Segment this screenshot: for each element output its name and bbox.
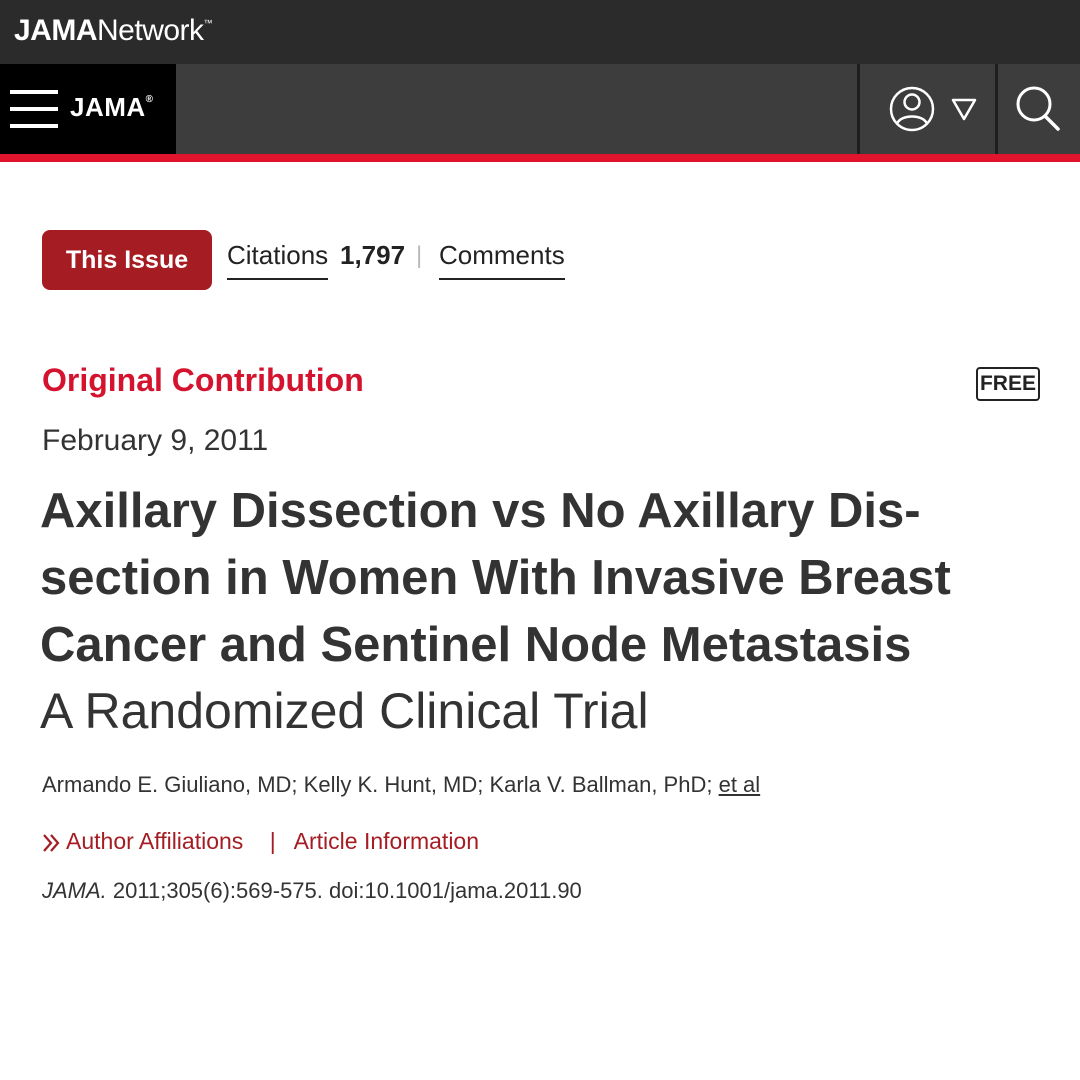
links-separator: | [269,828,276,854]
citation-reference: JAMA. 2011;305(6):569-575. doi:10.1001/j… [42,878,582,904]
article-type[interactable]: Original Contribution [42,362,364,399]
article-subtitle: A Randomized Clinical Trial [40,683,649,739]
user-icon [889,86,935,132]
author-affiliations-link[interactable]: Author Affiliations [42,828,250,854]
et-al-link[interactable]: et al [719,772,761,797]
toolbar-separator: | [416,242,423,269]
author-names: Armando E. Giuliano, MD; Kelly K. Hunt, … [42,772,719,797]
free-badge: FREE [976,367,1040,401]
citations-link[interactable]: Citations [227,240,329,280]
search-button[interactable] [998,64,1080,154]
jama-logo[interactable]: JAMA® [70,92,154,123]
network-bar: JAMANetwork™ [0,0,1080,64]
article-information-link[interactable]: Article Information [294,828,479,854]
registered-mark: ® [145,94,154,106]
search-icon [1016,86,1060,131]
author-affiliations-label: Author Affiliations [66,828,244,854]
chevron-double-right-icon [43,834,60,852]
dropdown-triangle-icon [951,98,977,121]
menu-icon[interactable] [10,90,58,128]
jama-network-logo[interactable]: JAMANetwork™ [14,14,213,48]
article-title: Axillary Dissection vs No Axillary Dis- … [40,478,1040,679]
jama-logo-text: JAMA [70,92,146,122]
title-line: Cancer and Sentinel Node Metastasis [40,618,912,672]
network-logo-light: Network [97,14,204,47]
publication-date: February 9, 2011 [42,424,269,457]
header-accent-rule [0,154,1080,162]
title-line: section in Women With Invasive Breast [40,551,951,605]
comments-link[interactable]: Comments [439,240,565,280]
trademark-symbol: ™ [203,18,213,28]
citation-details: 2011;305(6):569-575. doi:10.1001/jama.20… [106,878,582,903]
this-issue-button[interactable]: This Issue [42,230,212,290]
citation-journal: JAMA. [42,878,107,903]
account-button[interactable] [860,64,995,154]
title-line: Axillary Dissection vs No Axillary Dis- [40,484,921,538]
author-list: Armando E. Giuliano, MD; Kelly K. Hunt, … [42,772,760,798]
network-logo-bold: JAMA [14,14,98,47]
article-info-links: Author Affiliations | Article Information [42,828,479,858]
citations-count: 1,797 [340,240,406,270]
